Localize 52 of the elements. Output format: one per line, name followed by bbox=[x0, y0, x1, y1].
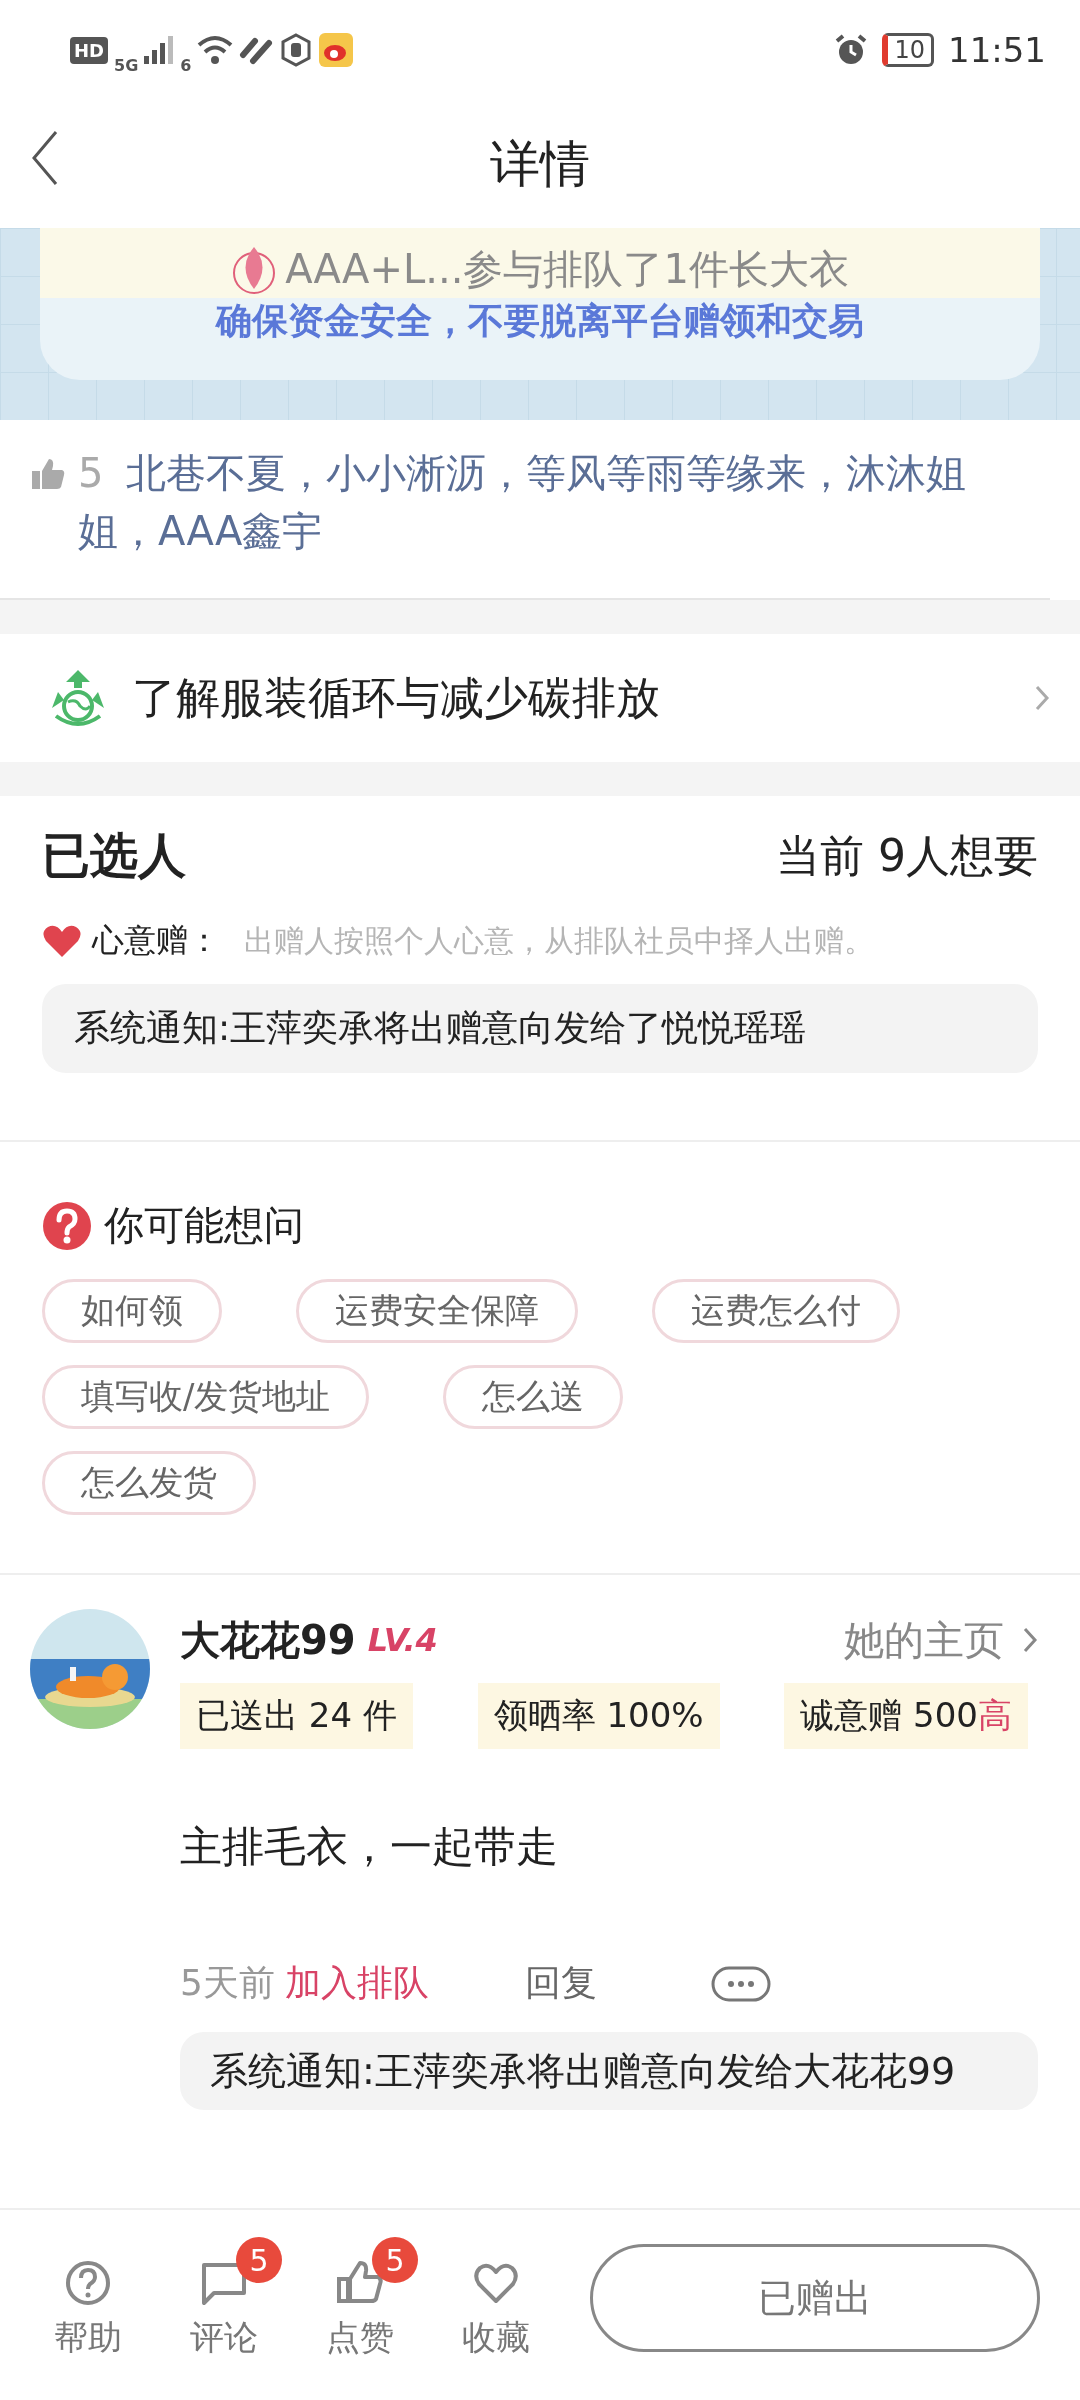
question-icon bbox=[42, 1200, 92, 1251]
faq-title: 你可能想问 bbox=[104, 1201, 304, 1250]
comment-time: 5天前 bbox=[180, 1961, 275, 2005]
toolbar-item[interactable]: 帮助 bbox=[30, 2235, 146, 2361]
wanted-count: 当前 9人想要 bbox=[776, 828, 1038, 883]
toast-text: AAA+L...参与排队了1件长大衣 bbox=[285, 245, 849, 294]
chevron-right-icon bbox=[1022, 1626, 1038, 1654]
safety-notice: 确保资金安全，不要脱离平台赠领和交易 bbox=[216, 299, 864, 343]
page-title: 详情 bbox=[490, 133, 590, 195]
question-chip[interactable]: 运费安全保障 bbox=[296, 1279, 578, 1343]
heart-icon bbox=[42, 924, 82, 958]
wifi-icon bbox=[197, 35, 234, 65]
toolbar-item[interactable]: 5 点赞 bbox=[302, 2235, 418, 2361]
network-type: 5G bbox=[114, 55, 139, 75]
app-notification-icon bbox=[319, 33, 354, 67]
more-icon[interactable] bbox=[710, 1965, 771, 2002]
clock: 11:51 bbox=[948, 30, 1046, 70]
question-chip[interactable]: 运费怎么付 bbox=[652, 1279, 900, 1343]
hd-indicator: HD bbox=[70, 36, 108, 64]
profile-link[interactable]: 她的主页 bbox=[844, 1612, 1004, 1668]
question-chip[interactable]: 填写收/发货地址 bbox=[42, 1365, 370, 1429]
status-button[interactable]: 已赠出 bbox=[590, 2244, 1040, 2352]
mode-label: 心意赠： bbox=[92, 920, 220, 961]
eco-link-row[interactable]: 了解服装循环与减少碳排放 bbox=[0, 634, 1080, 762]
level-label: LV.4 bbox=[367, 1621, 439, 1659]
count-badge: 5 bbox=[236, 2237, 282, 2283]
liker-list: 5 北巷不夏，小小淅沥，等风等雨等缘来，沐沐姐姐，AAA鑫宇 bbox=[78, 444, 1020, 560]
system-notice: 系统通知:王萍奕承将出赠意向发给了悦悦瑶瑶 bbox=[42, 984, 1038, 1073]
battery-indicator: 10 bbox=[882, 33, 934, 67]
chevron-right-icon bbox=[1034, 684, 1050, 712]
alarm-icon bbox=[834, 33, 869, 67]
stat-tag: 诚意赠 500高 bbox=[784, 1683, 1028, 1749]
count-badge: 5 bbox=[372, 2237, 418, 2283]
question-chip[interactable]: 如何领 bbox=[42, 1279, 222, 1343]
toolbar-item[interactable]: 收藏 bbox=[438, 2235, 554, 2361]
stat-tag: 已送出 24 件 bbox=[180, 1683, 413, 1749]
thumbs-up-icon bbox=[30, 456, 66, 492]
signal-icon bbox=[144, 36, 175, 64]
mode-description: 出赠人按照个人心意，从排队社员中择人出赠。 bbox=[244, 921, 874, 960]
comment-text: 主排毛衣，一起带走 bbox=[180, 1821, 559, 1873]
help-icon bbox=[64, 2259, 112, 2307]
queue-status: 加入排队 bbox=[284, 1961, 429, 2005]
question-chip[interactable]: 怎么发货 bbox=[42, 1451, 256, 1515]
reply-button[interactable]: 回复 bbox=[524, 1959, 597, 2008]
username: 大花花99 bbox=[180, 1615, 356, 1665]
system-notice: 系统通知:王萍奕承将出赠意向发给大花花99 bbox=[180, 2032, 1038, 2110]
back-icon[interactable] bbox=[30, 128, 60, 188]
section-title: 已选人 bbox=[42, 826, 186, 885]
wifi-label: 6 bbox=[180, 55, 192, 75]
toolbar-item[interactable]: 5 评论 bbox=[166, 2235, 282, 2361]
stat-tag: 领晒率 100% bbox=[477, 1683, 720, 1749]
question-chip[interactable]: 怎么送 bbox=[443, 1365, 624, 1429]
